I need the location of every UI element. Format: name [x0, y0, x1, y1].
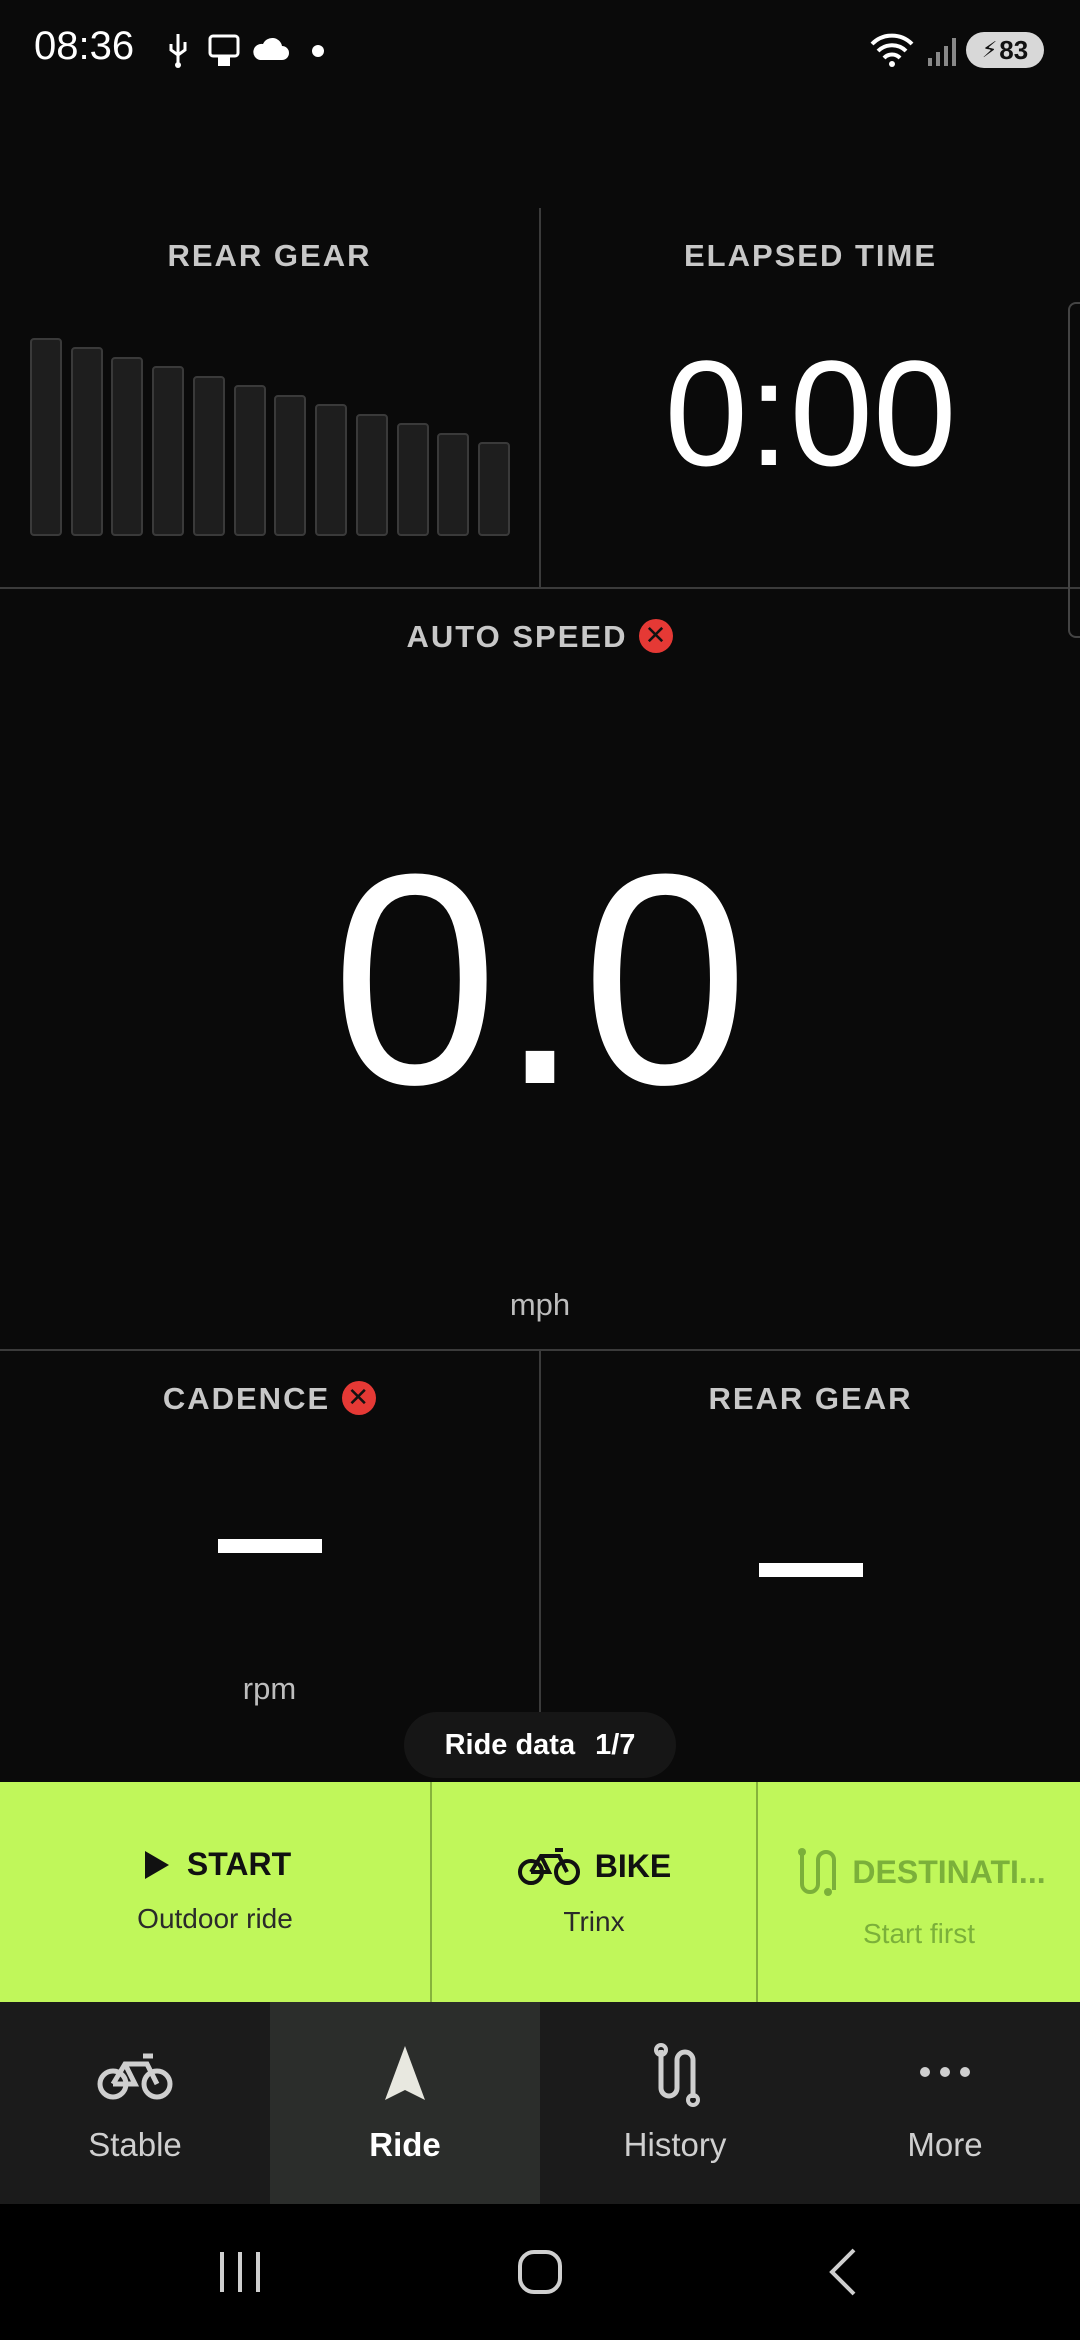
gear-bar	[396, 423, 429, 536]
tile-label: AUTO SPEED	[406, 619, 628, 654]
destination-subtitle: Start first	[862, 1918, 975, 1949]
status-bar: 08:36 ⚡ 83	[0, 0, 1080, 100]
usb-icon	[169, 34, 187, 68]
back-icon[interactable]	[816, 2242, 876, 2302]
nav-label: Stable	[88, 2126, 182, 2163]
home-icon[interactable]	[510, 2242, 570, 2302]
gear-bar	[478, 442, 510, 536]
bike-icon	[97, 2053, 173, 2100]
start-subtitle: Outdoor ride	[137, 1903, 293, 1934]
nav-label: More	[907, 2126, 983, 2163]
action-bar: START Outdoor ride BIKE Trinx DESTINATI.…	[0, 1782, 1080, 2002]
battery-icon: ⚡ 83	[966, 32, 1044, 68]
gear-bar	[192, 375, 225, 536]
speed-unit: mph	[509, 1287, 571, 1322]
error-icon: ✕	[639, 618, 674, 653]
wifi-icon	[870, 33, 914, 67]
start-label: START	[186, 1846, 292, 1882]
more-dots-icon	[920, 2067, 970, 2077]
nav-more[interactable]: More	[810, 2002, 1080, 2204]
route-icon	[654, 2043, 700, 2107]
navigation-arrow-icon	[385, 2046, 425, 2100]
speed-value: 0.0	[331, 811, 749, 1147]
gear-bar	[315, 404, 348, 536]
gear-bar	[111, 356, 144, 536]
cadence-unit: rpm	[242, 1671, 297, 1706]
dot-icon	[312, 45, 324, 57]
recent-apps-icon[interactable]	[210, 2244, 270, 2300]
destination-button[interactable]: DESTINATI... Start first	[758, 1782, 1080, 2002]
cadence-tile[interactable]: CADENCE ✕ rpm	[0, 1351, 539, 1711]
bike-icon	[517, 1848, 580, 1885]
cloud-icon	[253, 37, 289, 60]
start-ride-button[interactable]: START Outdoor ride	[0, 1782, 430, 2002]
pager-position: 1/7	[595, 1728, 636, 1761]
rear-gear-empty-value	[759, 1563, 863, 1577]
pager-label: Ride data	[444, 1728, 576, 1761]
bike-label: BIKE	[594, 1847, 672, 1884]
gear-bar	[437, 432, 470, 536]
rear-gear-value-tile[interactable]: REAR GEAR	[541, 1351, 1080, 1711]
tile-label: REAR GEAR	[708, 1381, 913, 1416]
system-nav-bar	[0, 2204, 1080, 2340]
battery-level: 83	[999, 34, 1029, 65]
auto-speed-tile[interactable]: AUTO SPEED ✕ 0.0 mph	[0, 589, 1080, 1349]
elapsed-time-value: 0:00	[664, 329, 957, 497]
cadence-empty-value	[218, 1539, 322, 1553]
nav-label: Ride	[369, 2126, 441, 2163]
play-icon	[144, 1850, 169, 1879]
nav-history[interactable]: History	[540, 2002, 810, 2204]
bike-subtitle: Trinx	[563, 1906, 625, 1937]
ride-data-pager[interactable]: Ride data 1/7	[404, 1712, 676, 1778]
tile-label: ELAPSED TIME	[683, 238, 938, 273]
gear-bar	[30, 338, 62, 536]
tile-label-row: AUTO SPEED ✕	[0, 618, 1080, 656]
signal-icon	[928, 38, 956, 66]
scroll-indicator[interactable]	[1068, 302, 1080, 638]
tile-label: CADENCE	[162, 1381, 331, 1416]
destination-label: DESTINATI...	[852, 1853, 1046, 1890]
bottom-nav: Stable Ride History More	[0, 2002, 1080, 2204]
gear-bar	[355, 413, 388, 536]
nfc-icon	[208, 34, 240, 66]
gear-chart	[30, 338, 510, 536]
route-icon	[798, 1848, 837, 1896]
gear-bar	[233, 385, 266, 536]
nav-label: History	[623, 2126, 727, 2163]
tile-label-row: CADENCE ✕	[0, 1380, 539, 1418]
nav-ride[interactable]: Ride	[270, 2002, 540, 2204]
error-icon: ✕	[342, 1380, 377, 1415]
gear-bar	[274, 394, 307, 536]
nav-stable[interactable]: Stable	[0, 2002, 270, 2204]
clock: 08:36	[34, 24, 135, 68]
tile-label: REAR GEAR	[167, 238, 372, 273]
elapsed-time-tile[interactable]: ELAPSED TIME 0:00	[541, 208, 1080, 588]
bike-select-button[interactable]: BIKE Trinx	[432, 1782, 756, 2002]
rear-gear-tile[interactable]: REAR GEAR	[0, 208, 539, 588]
gear-bar	[70, 347, 103, 536]
gear-bar	[152, 366, 185, 536]
